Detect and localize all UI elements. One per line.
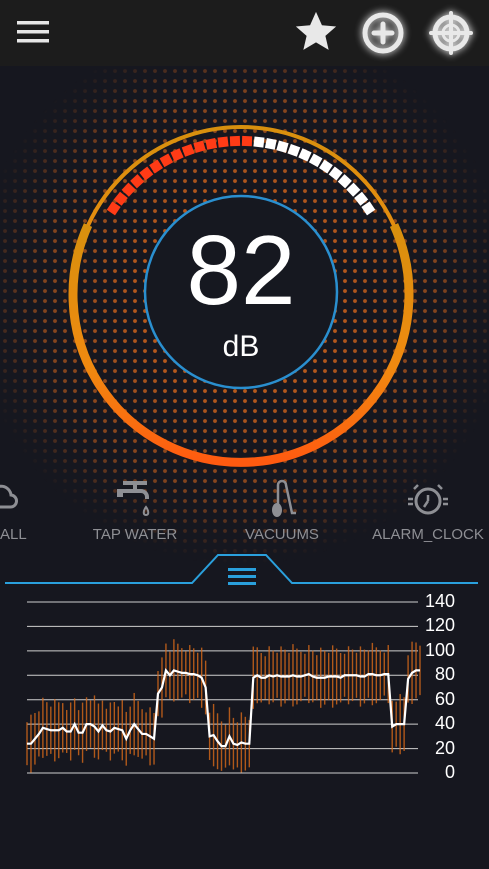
gauge-segment-active [181,143,195,157]
gauge-segment-inactive [318,159,333,174]
y-tick-label: 120 [424,615,455,636]
gauge-segment-active [113,191,128,206]
category-alarm-clock[interactable]: ALARM_CLOCK [368,478,488,543]
chart-panel-toggle[interactable] [222,563,262,589]
vacuum-icon [272,479,296,517]
db-reading: 82 [186,215,296,325]
gauge-segment-active [205,138,218,150]
gauge-segment-active [170,148,184,162]
category-vacuums[interactable]: VACUUMS [212,478,352,543]
hamburger-icon [228,568,256,585]
faucet-icon [117,481,150,517]
gauge-segment-inactive [253,136,265,148]
gauge-segment-inactive [354,191,369,206]
gauge-segment-active [139,166,154,181]
hamburger-icon [17,21,49,43]
calibrate-button[interactable] [425,8,477,58]
gauge-segment-inactive [298,148,312,162]
favorite-button[interactable] [292,8,340,56]
gauge-segment-active [229,135,241,147]
gauge-segment-inactive [308,153,323,168]
gauge-segment-active [193,140,206,153]
gauge-segment-active [106,201,121,216]
gauge-segment-inactive [361,201,376,216]
gauge-segment-active [217,136,229,148]
gauge-segment-active [149,159,164,174]
gauge-segment-inactive [264,138,277,150]
y-tick-label: 100 [424,639,455,660]
y-tick-label: 20 [434,737,455,758]
gauge-segment-inactive [276,140,289,153]
app-header [0,0,489,66]
add-button[interactable] [358,8,408,58]
gauge-segment-active [241,135,253,147]
plus-circle-icon [362,12,404,54]
category-all[interactable]: ALL [0,478,40,543]
cloud-rain-icon [0,484,18,509]
category-tap-water[interactable]: TAP WATER [65,478,205,543]
gauge-segment-inactive [328,166,343,181]
db-unit: dB [222,330,260,363]
y-tick-label: 0 [444,762,455,782]
star-icon [295,11,337,50]
y-tick-label: 140 [424,591,455,611]
gauge-segment-inactive [287,143,301,157]
menu-button[interactable] [14,16,52,48]
y-tick-label: 80 [434,664,455,685]
y-tick-label: 60 [434,688,455,709]
alarm-clock-icon [408,484,448,515]
crosshair-icon [429,11,473,55]
y-tick-label: 40 [434,713,455,734]
gauge-segment-active [159,153,174,168]
